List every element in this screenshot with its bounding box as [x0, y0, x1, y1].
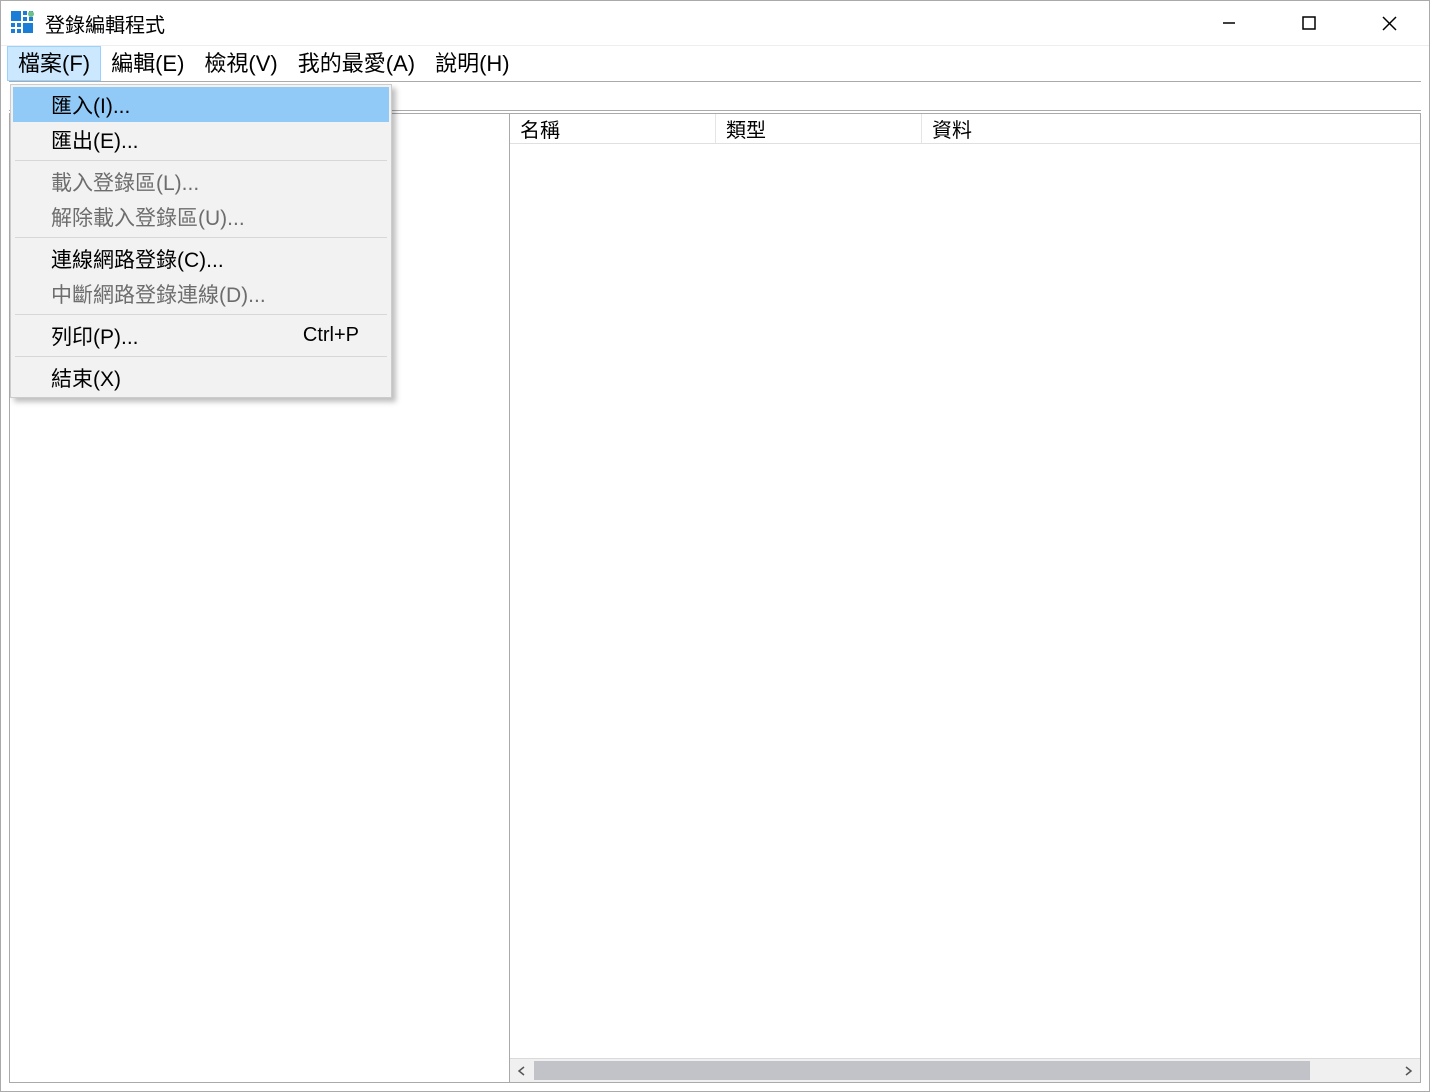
menu-item-label: 匯出(E)...: [51, 125, 139, 155]
menu-item-shortcut: Ctrl+P: [303, 324, 359, 347]
file-menu-dropdown: 匯入(I)... 匯出(E)... 載入登錄區(L)... 解除載入登錄區(U)…: [10, 84, 392, 398]
menu-separator: [15, 314, 387, 315]
scroll-right-button[interactable]: [1396, 1059, 1420, 1083]
menu-item-label: 匯入(I)...: [51, 90, 130, 120]
menu-item-label: 中斷網路登錄連線(D)...: [51, 279, 266, 309]
menu-item-label: 解除載入登錄區(U)...: [51, 202, 245, 232]
menu-item-unload-hive: 解除載入登錄區(U)...: [13, 199, 389, 234]
menu-favorites[interactable]: 我的最愛(A): [288, 46, 425, 81]
menu-item-connect-network[interactable]: 連線網路登錄(C)...: [13, 241, 389, 276]
list-header: 名稱 類型 資料: [510, 114, 1420, 144]
close-button[interactable]: [1349, 1, 1429, 45]
horizontal-scrollbar[interactable]: [510, 1058, 1420, 1082]
list-body[interactable]: [510, 144, 1420, 1082]
menu-item-label: 結束(X): [51, 363, 121, 393]
titlebar: 登錄編輯程式: [1, 1, 1429, 46]
scroll-thumb[interactable]: [534, 1061, 1310, 1080]
menu-item-load-hive: 載入登錄區(L)...: [13, 164, 389, 199]
menubar: 檔案(F) 編輯(E) 檢視(V) 我的最愛(A) 說明(H): [1, 46, 1429, 81]
minimize-button[interactable]: [1189, 1, 1269, 45]
menu-item-print[interactable]: 列印(P)... Ctrl+P: [13, 318, 389, 353]
col-data[interactable]: 資料: [922, 114, 1420, 143]
menu-item-label: 載入登錄區(L)...: [51, 167, 199, 197]
menu-separator: [15, 237, 387, 238]
menu-separator: [15, 356, 387, 357]
menu-item-import[interactable]: 匯入(I)...: [13, 87, 389, 122]
menu-edit[interactable]: 編輯(E): [101, 46, 194, 81]
menu-item-label: 列印(P)...: [51, 321, 139, 351]
menu-separator: [15, 160, 387, 161]
menu-help[interactable]: 說明(H): [425, 46, 520, 81]
window-controls: [1189, 1, 1429, 45]
menu-view[interactable]: 檢視(V): [194, 46, 287, 81]
registry-list-panel: 名稱 類型 資料: [510, 114, 1420, 1082]
window-title: 登錄編輯程式: [45, 9, 165, 38]
menu-item-exit[interactable]: 結束(X): [13, 360, 389, 395]
col-type[interactable]: 類型: [716, 114, 922, 143]
maximize-button[interactable]: [1269, 1, 1349, 45]
col-name[interactable]: 名稱: [510, 114, 716, 143]
scroll-left-button[interactable]: [510, 1059, 534, 1083]
menu-file[interactable]: 檔案(F): [7, 46, 101, 81]
regedit-icon: [11, 11, 35, 35]
menu-item-export[interactable]: 匯出(E)...: [13, 122, 389, 157]
menu-item-label: 連線網路登錄(C)...: [51, 244, 224, 274]
menu-item-disconnect-network: 中斷網路登錄連線(D)...: [13, 276, 389, 311]
scroll-track[interactable]: [534, 1059, 1396, 1082]
